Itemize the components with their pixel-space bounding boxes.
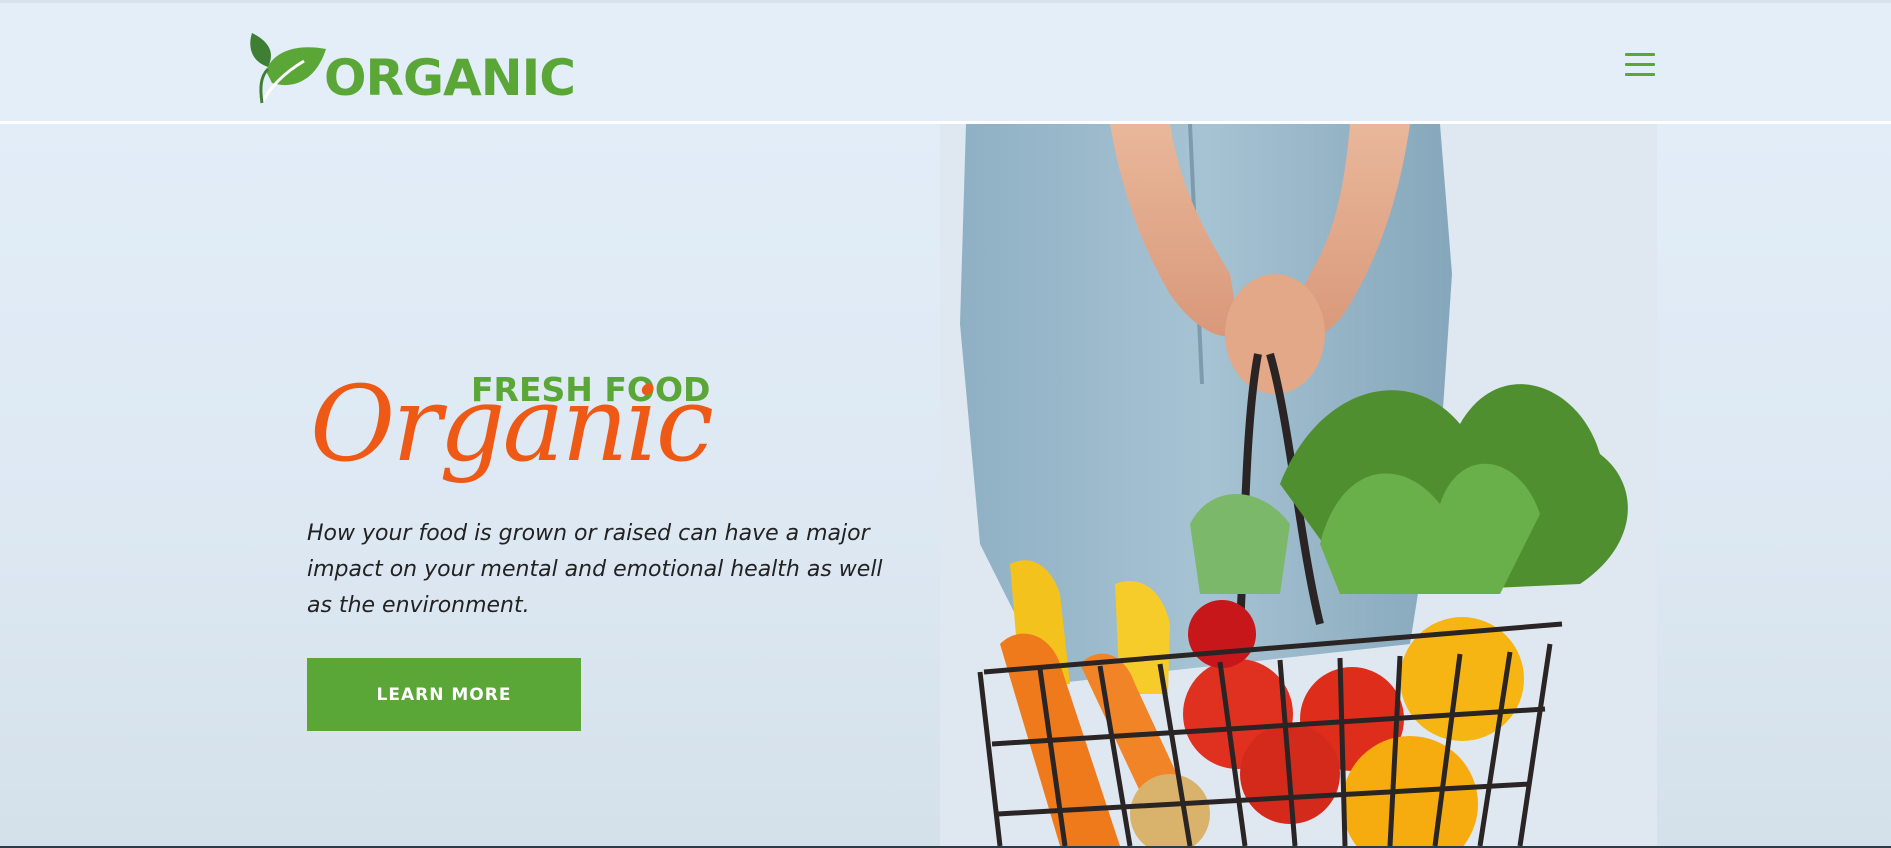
brand-logo[interactable]: ORGANIC	[246, 25, 576, 107]
brand-name: ORGANIC	[324, 49, 576, 107]
learn-more-button[interactable]: LEARN MORE	[307, 658, 581, 731]
leaf-icon	[250, 33, 326, 104]
hero-image-basket	[940, 124, 1657, 846]
hero-script-title: Organic	[310, 363, 714, 485]
hamburger-menu-icon[interactable]	[1625, 53, 1657, 81]
hero-description: How your food is grown or raised can hav…	[307, 521, 883, 618]
site-header: ORGANIC	[0, 3, 1891, 122]
